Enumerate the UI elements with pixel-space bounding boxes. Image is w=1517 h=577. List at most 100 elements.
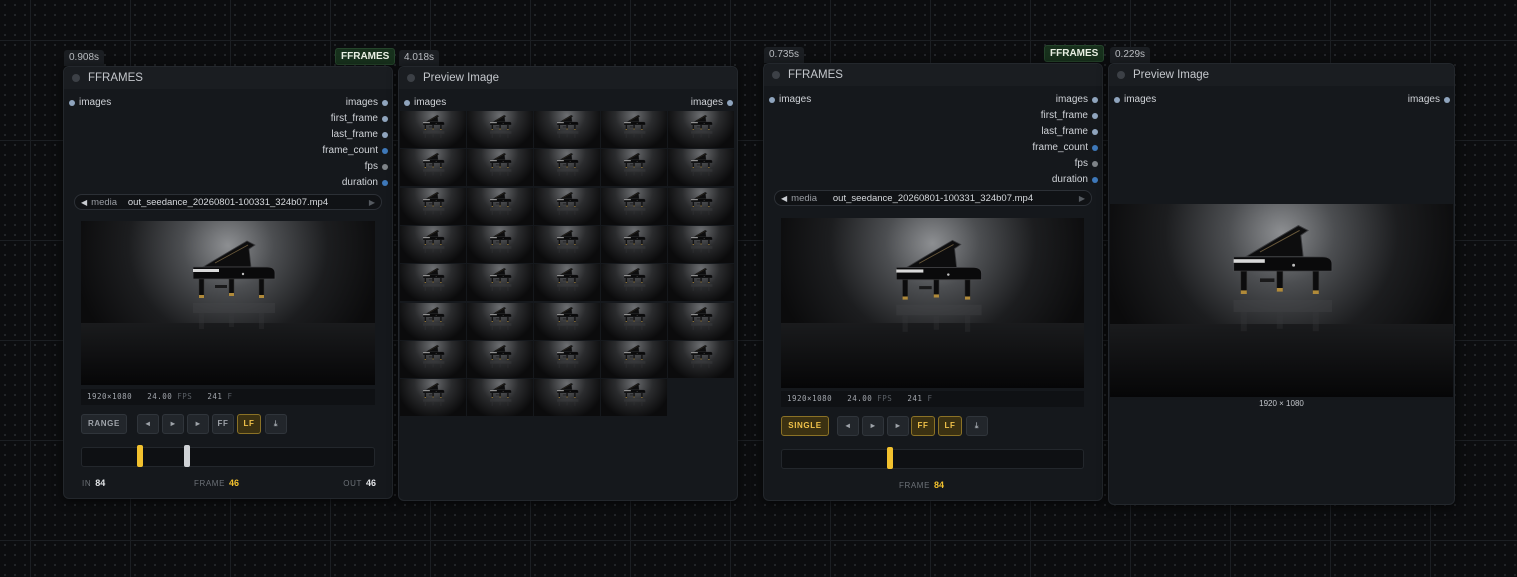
frame-thumbnail[interactable]	[467, 149, 533, 187]
media-arrow-right-icon[interactable]: ▶	[1079, 194, 1085, 203]
slot-dot-icon[interactable]	[404, 100, 410, 106]
range-in-handle[interactable]	[137, 445, 144, 467]
slot-dot-icon[interactable]	[1444, 97, 1450, 103]
range-slider[interactable]	[81, 445, 375, 467]
slot-dot-icon[interactable]	[69, 100, 75, 106]
next-icon[interactable]: ▸	[887, 416, 909, 436]
slot-dot-icon[interactable]	[382, 148, 388, 154]
media-arrow-right-icon[interactable]: ▶	[369, 198, 375, 207]
slot-dot-icon[interactable]	[1092, 129, 1098, 135]
output-slot-images[interactable]: images	[1408, 94, 1450, 106]
frame-thumbnail[interactable]	[601, 264, 667, 302]
collapse-dot-icon[interactable]	[407, 74, 415, 82]
slot-dot-icon[interactable]	[382, 116, 388, 122]
frame-thumbnail[interactable]	[668, 111, 734, 148]
slot-dot-icon[interactable]	[382, 132, 388, 138]
frame-thumbnail[interactable]	[668, 187, 734, 225]
output-slot-frame-count[interactable]: frame_count	[1032, 142, 1098, 154]
slot-dot-icon[interactable]	[1092, 161, 1098, 167]
fframes-node[interactable]: FFRAMES images images first_frame last_f…	[63, 66, 393, 499]
frame-thumbnail[interactable]	[668, 340, 734, 378]
frame-thumbnail[interactable]	[467, 379, 533, 417]
frame-thumbnail[interactable]	[668, 264, 734, 302]
output-slot-fps[interactable]: fps	[365, 161, 388, 173]
play-icon[interactable]: ▸	[862, 416, 884, 436]
output-slot-last-frame[interactable]: last_frame	[331, 129, 388, 141]
slot-dot-icon[interactable]	[769, 97, 775, 103]
fframes-node[interactable]: FFRAMES images images first_frame last_f…	[763, 63, 1103, 501]
collapse-dot-icon[interactable]	[72, 74, 80, 82]
frame-thumbnail[interactable]	[400, 187, 466, 225]
output-slot-last-frame[interactable]: last_frame	[1041, 126, 1098, 138]
slot-dot-icon[interactable]	[1114, 97, 1120, 103]
output-slot-first-frame[interactable]: first_frame	[331, 113, 388, 125]
frame-thumbnail[interactable]	[400, 225, 466, 263]
frame-thumbnail[interactable]	[400, 264, 466, 302]
prev-icon[interactable]: ◂	[137, 414, 159, 434]
first-frame-button[interactable]: FF	[212, 414, 234, 434]
frame-thumbnail[interactable]	[668, 302, 734, 340]
frame-thumbnail[interactable]	[400, 379, 466, 417]
slot-dot-icon[interactable]	[382, 180, 388, 186]
first-frame-button[interactable]: FF	[911, 416, 935, 436]
slot-dot-icon[interactable]	[1092, 97, 1098, 103]
frame-thumbnail[interactable]	[534, 340, 600, 378]
frame-thumbnail[interactable]	[601, 187, 667, 225]
frame-handle[interactable]	[887, 447, 894, 469]
output-slot-fps[interactable]: fps	[1075, 158, 1098, 170]
frame-thumbnail[interactable]	[534, 225, 600, 263]
frame-slider[interactable]	[781, 447, 1084, 469]
media-select[interactable]: ◀ media out_seedance_20260801-100331_324…	[74, 194, 382, 210]
frame-thumbnail[interactable]	[400, 340, 466, 378]
last-frame-button[interactable]: LF	[938, 416, 962, 436]
node-header[interactable]: Preview Image	[399, 67, 737, 89]
video-preview[interactable]	[81, 221, 375, 385]
node-header[interactable]: FFRAMES	[764, 64, 1102, 86]
frame-thumbnail[interactable]	[668, 149, 734, 187]
prev-icon[interactable]: ◂	[837, 416, 859, 436]
output-slot-duration[interactable]: duration	[1052, 174, 1098, 186]
frame-thumbnail[interactable]	[534, 302, 600, 340]
frame-grid[interactable]	[400, 111, 736, 419]
frame-thumbnail[interactable]	[467, 264, 533, 302]
frame-thumbnail[interactable]	[467, 111, 533, 148]
collapse-dot-icon[interactable]	[1117, 71, 1125, 79]
frame-thumbnail[interactable]	[534, 264, 600, 302]
frame-thumbnail[interactable]	[467, 187, 533, 225]
last-frame-button[interactable]: LF	[237, 414, 261, 434]
output-slot-frame-count[interactable]: frame_count	[322, 145, 388, 157]
mode-single-button[interactable]: SINGLE	[781, 416, 829, 436]
download-icon[interactable]: ⤓	[966, 416, 988, 436]
play-icon[interactable]: ▸	[162, 414, 184, 434]
output-slot-duration[interactable]: duration	[342, 177, 388, 189]
download-icon[interactable]: ⤓	[265, 414, 287, 434]
output-slot-first-frame[interactable]: first_frame	[1041, 110, 1098, 122]
input-slot-images[interactable]: images	[404, 97, 446, 109]
node-header[interactable]: FFRAMES	[64, 67, 392, 89]
preview-image[interactable]	[1110, 204, 1453, 397]
frame-thumbnail[interactable]	[400, 302, 466, 340]
media-select[interactable]: ◀ media out_seedance_20260801-100331_324…	[774, 190, 1092, 206]
slot-dot-icon[interactable]	[382, 100, 388, 106]
slot-dot-icon[interactable]	[382, 164, 388, 170]
input-slot-images[interactable]: images	[769, 94, 811, 106]
frame-thumbnail[interactable]	[601, 149, 667, 187]
frame-thumbnail[interactable]	[601, 225, 667, 263]
slot-dot-icon[interactable]	[1092, 145, 1098, 151]
frame-thumbnail[interactable]	[668, 225, 734, 263]
frame-thumbnail[interactable]	[467, 302, 533, 340]
node-header[interactable]: Preview Image	[1109, 64, 1454, 86]
frame-thumbnail[interactable]	[601, 340, 667, 378]
frame-thumbnail[interactable]	[534, 379, 600, 417]
input-slot-images[interactable]: images	[69, 97, 111, 109]
frame-thumbnail[interactable]	[534, 111, 600, 148]
slot-dot-icon[interactable]	[1092, 177, 1098, 183]
input-slot-images[interactable]: images	[1114, 94, 1156, 106]
frame-thumbnail[interactable]	[400, 149, 466, 187]
video-preview[interactable]	[781, 218, 1084, 388]
frame-thumbnail[interactable]	[601, 379, 667, 417]
collapse-dot-icon[interactable]	[772, 71, 780, 79]
frame-thumbnail[interactable]	[534, 149, 600, 187]
preview-image-node[interactable]: Preview Image images images	[398, 66, 738, 501]
frame-thumbnail[interactable]	[467, 340, 533, 378]
